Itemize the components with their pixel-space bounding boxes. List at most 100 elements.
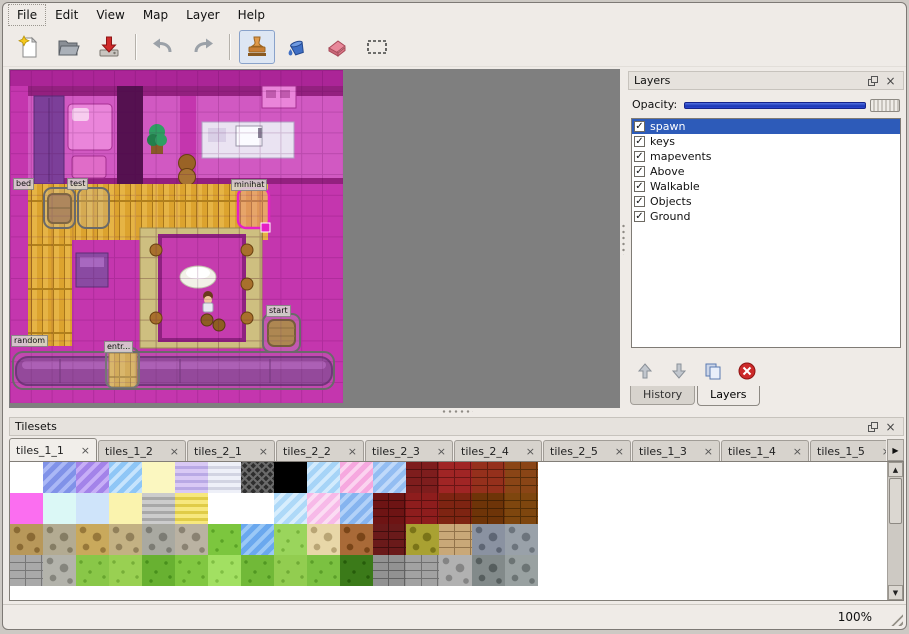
tileset-tab-tiles_1_3[interactable]: tiles_1_3× — [632, 440, 720, 461]
menu-edit[interactable]: Edit — [46, 4, 87, 26]
palette-tile-1-9[interactable] — [307, 493, 340, 524]
delete-layer-button[interactable] — [736, 360, 758, 382]
palette-tile-2-15[interactable] — [505, 524, 538, 555]
tab-close-icon[interactable]: × — [615, 445, 624, 458]
tab-close-icon[interactable]: × — [882, 445, 886, 458]
palette-tile-1-12[interactable] — [406, 493, 439, 524]
palette-tile-3-5[interactable] — [175, 555, 208, 586]
eraser-button[interactable] — [319, 30, 355, 64]
palette-tile-2-1[interactable] — [43, 524, 76, 555]
scroll-down-button[interactable]: ▼ — [888, 585, 903, 600]
palette-tile-0-15[interactable] — [505, 462, 538, 493]
palette-tile-3-8[interactable] — [274, 555, 307, 586]
horizontal-splitter[interactable] — [7, 408, 906, 415]
rect-select-button[interactable] — [359, 30, 395, 64]
map-object-label-4[interactable]: random — [11, 335, 48, 347]
bucket-fill-button[interactable] — [279, 30, 315, 64]
palette-tile-2-9[interactable] — [307, 524, 340, 555]
palette-tile-1-8[interactable] — [274, 493, 307, 524]
menu-layer[interactable]: Layer — [177, 4, 228, 26]
palette-tile-0-10[interactable] — [340, 462, 373, 493]
tileset-tab-tiles_2_1[interactable]: tiles_2_1× — [187, 440, 275, 461]
tileset-tab-tiles_1_5[interactable]: tiles_1_5× — [810, 440, 886, 461]
palette-tile-1-6[interactable] — [208, 493, 241, 524]
stamp-brush-button[interactable] — [239, 30, 275, 64]
open-button[interactable] — [51, 30, 87, 64]
layer-visibility-checkbox[interactable]: ✓ — [634, 136, 645, 147]
palette-tile-2-10[interactable] — [340, 524, 373, 555]
palette-tile-2-5[interactable] — [175, 524, 208, 555]
palette-tile-2-7[interactable] — [241, 524, 274, 555]
tileset-tab-tiles_2_4[interactable]: tiles_2_4× — [454, 440, 542, 461]
palette-tile-3-0[interactable] — [10, 555, 43, 586]
palette-tile-0-13[interactable] — [439, 462, 472, 493]
palette-tile-3-4[interactable] — [142, 555, 175, 586]
scroll-up-button[interactable]: ▲ — [888, 462, 903, 477]
palette-tile-2-12[interactable] — [406, 524, 439, 555]
tileset-tab-tiles_2_3[interactable]: tiles_2_3× — [365, 440, 453, 461]
tileset-tab-tiles_2_5[interactable]: tiles_2_5× — [543, 440, 631, 461]
palette-tile-3-11[interactable] — [373, 555, 406, 586]
palette-tile-3-9[interactable] — [307, 555, 340, 586]
save-button[interactable] — [91, 30, 127, 64]
palette-tile-0-11[interactable] — [373, 462, 406, 493]
new-map-button[interactable] — [11, 30, 47, 64]
palette-tile-2-8[interactable] — [274, 524, 307, 555]
layers-close-button[interactable]: × — [883, 73, 898, 88]
tab-close-icon[interactable]: × — [348, 445, 357, 458]
resize-grip[interactable] — [890, 613, 903, 626]
tab-close-icon[interactable]: × — [793, 445, 802, 458]
menu-help[interactable]: Help — [229, 4, 274, 26]
tilesets-float-button[interactable] — [865, 419, 880, 434]
layer-row-Ground[interactable]: ✓Ground — [632, 209, 900, 224]
palette-tile-3-14[interactable] — [472, 555, 505, 586]
lower-layer-button[interactable] — [668, 360, 690, 382]
palette-tile-0-3[interactable] — [109, 462, 142, 493]
layer-visibility-checkbox[interactable]: ✓ — [634, 121, 645, 132]
map-object-label-0[interactable]: bed — [13, 178, 34, 190]
palette-tile-3-2[interactable] — [76, 555, 109, 586]
dock-tab-history[interactable]: History — [630, 386, 695, 405]
palette-tile-3-7[interactable] — [241, 555, 274, 586]
palette-tile-3-10[interactable] — [340, 555, 373, 586]
layer-row-Walkable[interactable]: ✓Walkable — [632, 179, 900, 194]
palette-tile-1-3[interactable] — [109, 493, 142, 524]
palette-tile-2-0[interactable] — [10, 524, 43, 555]
redo-button[interactable] — [185, 30, 221, 64]
palette-tile-3-12[interactable] — [406, 555, 439, 586]
tileset-tab-tiles_2_2[interactable]: tiles_2_2× — [276, 440, 364, 461]
layers-float-button[interactable] — [865, 73, 880, 88]
palette-tile-0-0[interactable] — [10, 462, 43, 493]
menu-file[interactable]: File — [8, 4, 46, 26]
opacity-slider-handle[interactable] — [870, 99, 900, 112]
palette-scrollbar[interactable]: ▲ ▼ — [887, 462, 903, 600]
palette-tile-3-1[interactable] — [43, 555, 76, 586]
dock-tab-layers[interactable]: Layers — [697, 386, 759, 406]
palette-tile-3-13[interactable] — [439, 555, 472, 586]
palette-tile-0-6[interactable] — [208, 462, 241, 493]
layer-visibility-checkbox[interactable]: ✓ — [634, 196, 645, 207]
layer-visibility-checkbox[interactable]: ✓ — [634, 166, 645, 177]
palette-tile-0-8[interactable] — [274, 462, 307, 493]
layer-row-keys[interactable]: ✓keys — [632, 134, 900, 149]
palette-tile-0-1[interactable] — [43, 462, 76, 493]
layer-visibility-checkbox[interactable]: ✓ — [634, 211, 645, 222]
tab-close-icon[interactable]: × — [170, 445, 179, 458]
tab-close-icon[interactable]: × — [526, 445, 535, 458]
palette-tile-1-4[interactable] — [142, 493, 175, 524]
layer-row-mapevents[interactable]: ✓mapevents — [632, 149, 900, 164]
palette-tile-2-3[interactable] — [109, 524, 142, 555]
palette-tile-1-11[interactable] — [373, 493, 406, 524]
layer-row-spawn[interactable]: ✓spawn — [632, 119, 900, 134]
tileset-tab-tiles_1_2[interactable]: tiles_1_2× — [98, 440, 186, 461]
menu-map[interactable]: Map — [134, 4, 177, 26]
layer-visibility-checkbox[interactable]: ✓ — [634, 181, 645, 192]
raise-layer-button[interactable] — [634, 360, 656, 382]
palette-tile-2-14[interactable] — [472, 524, 505, 555]
palette-tile-0-14[interactable] — [472, 462, 505, 493]
undo-button[interactable] — [145, 30, 181, 64]
palette-tile-0-7[interactable] — [241, 462, 274, 493]
palette-tile-2-13[interactable] — [439, 524, 472, 555]
palette-tile-2-11[interactable] — [373, 524, 406, 555]
palette-tile-1-0[interactable] — [10, 493, 43, 524]
